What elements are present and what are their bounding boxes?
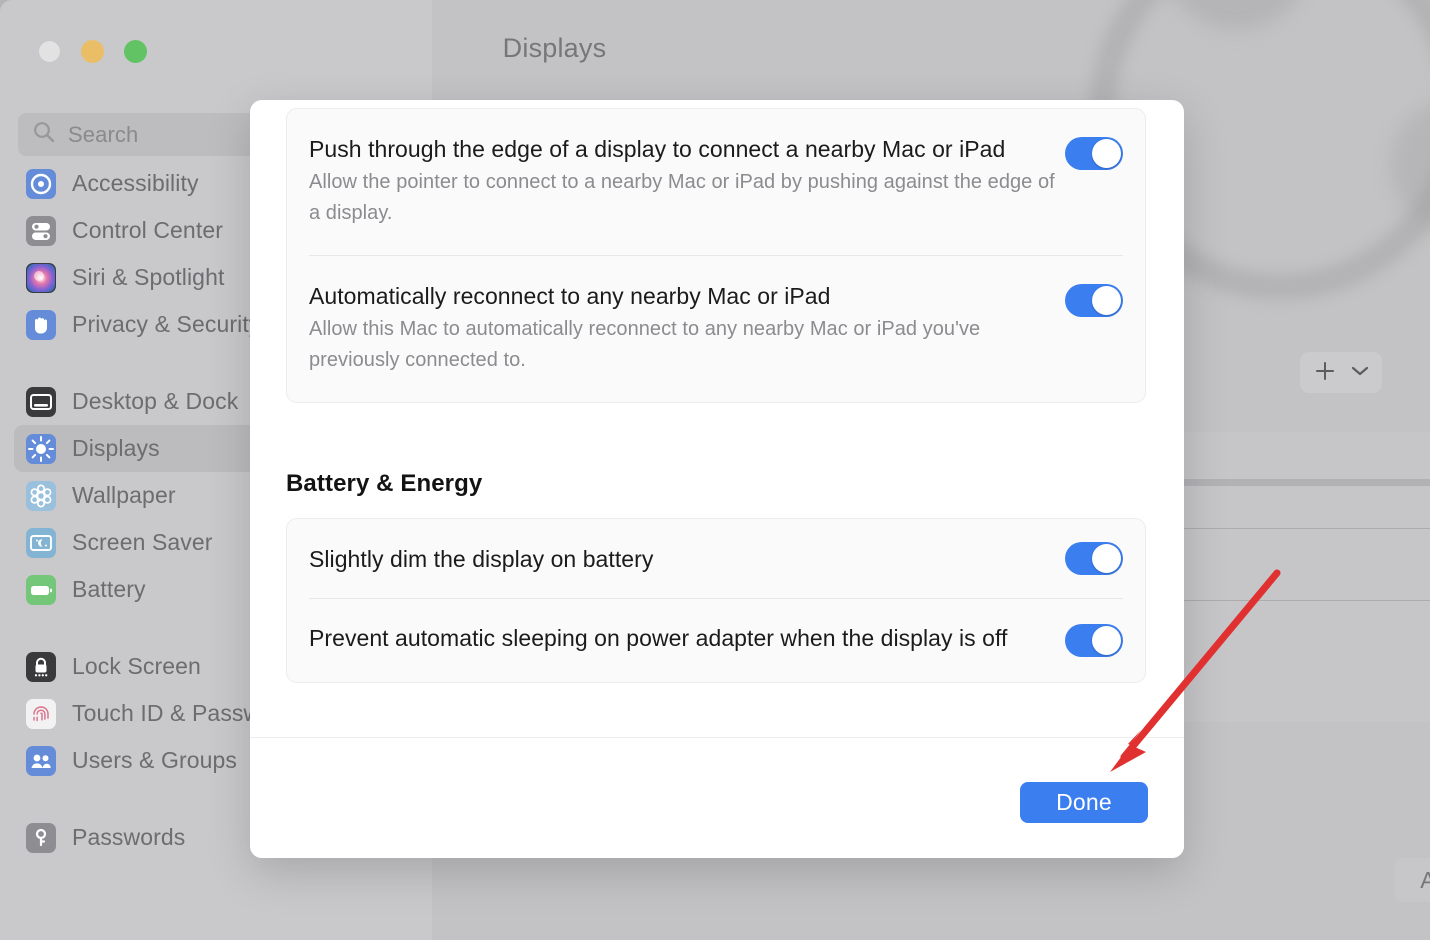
search-field[interactable]: Search <box>18 113 278 156</box>
row-subtitle: Allow this Mac to automatically reconnec… <box>309 318 981 371</box>
sidebar-item-label: Displays <box>72 435 160 461</box>
row-subtitle: Allow the pointer to connect to a nearby… <box>309 171 1055 224</box>
sidebar-item-label: Lock Screen <box>72 653 201 679</box>
row-title: Push through the edge of a display to co… <box>309 136 1006 162</box>
advanced-button[interactable]: Advanced... <box>1395 858 1430 902</box>
row-dim-on-battery[interactable]: Slightly dim the display on battery <box>287 519 1145 598</box>
plus-icon <box>1314 359 1336 387</box>
sidebar-item-label: Siri & Spotlight <box>72 264 225 290</box>
touch-id-icon <box>26 698 56 729</box>
wallpaper-icon <box>26 480 56 511</box>
row-title: Automatically reconnect to any nearby Ma… <box>309 283 831 309</box>
displays-brightness-icon <box>26 433 56 464</box>
brightness-slider-track[interactable] <box>1162 479 1430 486</box>
sidebar-item-label: Desktop & Dock <box>72 388 239 414</box>
accessibility-icon <box>26 168 56 199</box>
passwords-key-icon <box>26 822 56 853</box>
battery-energy-heading: Battery & Energy <box>286 470 483 497</box>
sidebar-item-label: Passwords <box>72 824 186 850</box>
siri-icon <box>26 262 56 293</box>
users-groups-icon <box>26 745 56 776</box>
control-center-icon <box>26 215 56 246</box>
sidebar-item-label: Wallpaper <box>72 482 176 508</box>
sheet-scroll-area[interactable]: Push through the edge of a display to co… <box>250 100 1184 738</box>
push-through-edge-toggle[interactable] <box>1065 137 1123 170</box>
privacy-hand-icon <box>26 309 56 340</box>
page-title: Displays <box>502 33 607 63</box>
screen: Displays A Search Accessibility Control … <box>0 0 1430 940</box>
advanced-button-label: Advanced... <box>1420 866 1430 893</box>
sidebar-item-label: Accessibility <box>72 170 199 196</box>
desktop-dock-icon <box>26 386 56 417</box>
row-title: Prevent automatic sleeping on power adap… <box>309 625 1008 651</box>
battery-energy-group: Slightly dim the display on battery Prev… <box>286 518 1146 683</box>
sidebar-item-label: Control Center <box>72 217 223 243</box>
dim-on-battery-toggle[interactable] <box>1065 542 1123 575</box>
close-window-button[interactable] <box>38 40 61 63</box>
auto-reconnect-toggle[interactable] <box>1065 284 1123 317</box>
sidebar-item-label: Privacy & Security <box>72 311 261 337</box>
battery-icon <box>26 574 56 605</box>
pointer-group: Push through the edge of a display to co… <box>286 108 1146 403</box>
sidebar-item-label: Screen Saver <box>72 529 213 555</box>
row-title: Slightly dim the display on battery <box>309 545 654 572</box>
search-icon <box>32 120 56 149</box>
minimize-window-button[interactable] <box>81 40 104 63</box>
maximize-window-button[interactable] <box>124 40 147 63</box>
done-button[interactable]: Done <box>1020 782 1148 823</box>
lock-screen-icon <box>26 651 56 682</box>
window-traffic-lights <box>38 40 147 63</box>
add-display-button[interactable] <box>1300 352 1382 393</box>
prevent-sleep-toggle[interactable] <box>1065 624 1123 657</box>
sheet-footer: Done <box>250 737 1184 858</box>
sidebar-item-label: Battery <box>72 576 146 602</box>
advanced-display-settings-sheet: Push through the edge of a display to co… <box>250 100 1184 858</box>
screen-saver-icon <box>26 527 56 558</box>
row-auto-reconnect[interactable]: Automatically reconnect to any nearby Ma… <box>287 256 1145 402</box>
search-placeholder: Search <box>68 121 139 147</box>
row-push-through-edge[interactable]: Push through the edge of a display to co… <box>287 109 1145 255</box>
sidebar-item-label: Users & Groups <box>72 747 238 773</box>
chevron-down-icon <box>1351 364 1369 382</box>
row-prevent-sleep[interactable]: Prevent automatic sleeping on power adap… <box>287 599 1145 682</box>
